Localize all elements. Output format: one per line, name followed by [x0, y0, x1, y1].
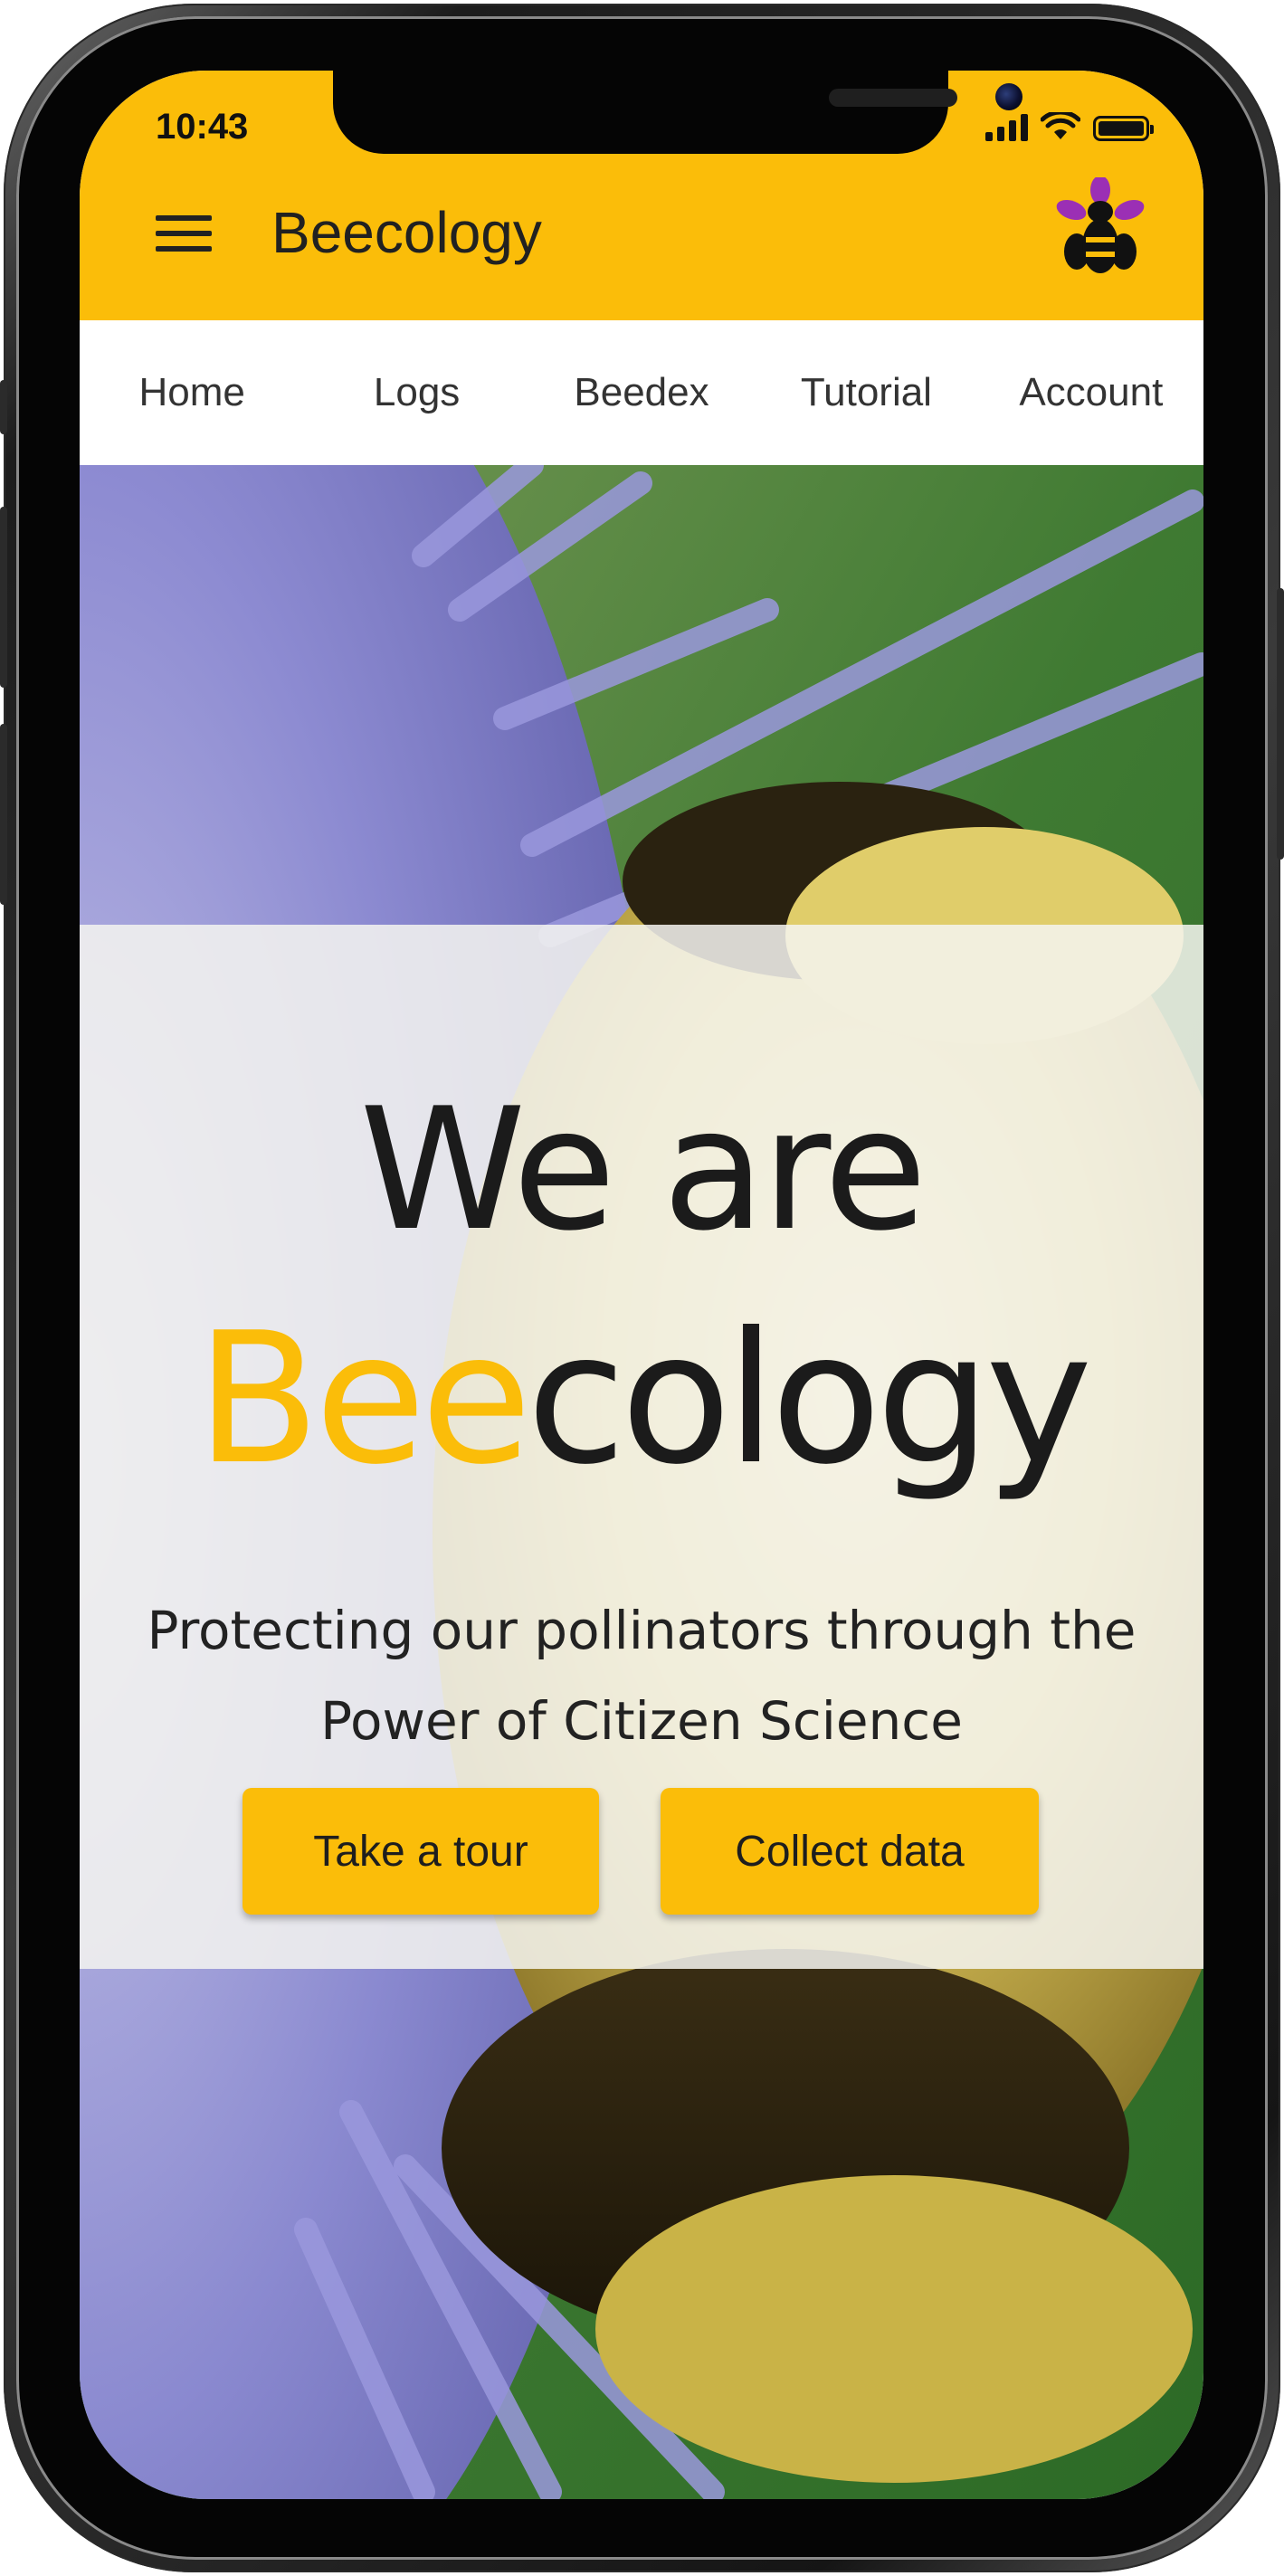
hero-subtitle: Protecting our pollinators through the P…: [116, 1585, 1167, 1766]
phone-screen: 10:43 Beecology Home Logs Beedex Tutoria…: [80, 71, 1203, 2499]
hero-section: We are Beecology Protecting our pollinat…: [80, 465, 1203, 2499]
signal-icon: [985, 114, 1028, 141]
notch: [333, 71, 1022, 154]
earpiece-speaker: [829, 89, 957, 107]
power-button: [1277, 588, 1284, 860]
app-bar: 10:43 Beecology: [80, 71, 1203, 320]
tab-home[interactable]: Home: [80, 370, 304, 415]
bee-flower-logo[interactable]: [1046, 177, 1155, 286]
app-title: Beecology: [271, 200, 542, 265]
hero-subtitle-line2: Power of Citizen Science: [320, 1690, 963, 1752]
front-camera: [995, 83, 1022, 110]
status-icons: [985, 112, 1154, 141]
headline-accent: Bee: [195, 1294, 532, 1505]
collect-data-button[interactable]: Collect data: [661, 1788, 1039, 1915]
status-time: 10:43: [156, 107, 249, 147]
wifi-icon: [1041, 112, 1080, 139]
tab-account[interactable]: Account: [979, 370, 1203, 415]
tab-tutorial[interactable]: Tutorial: [754, 370, 978, 415]
tab-logs[interactable]: Logs: [304, 370, 528, 415]
volume-up-button: [0, 507, 7, 688]
tab-beedex[interactable]: Beedex: [529, 370, 754, 415]
hero-subtitle-line1: Protecting our pollinators through the: [147, 1600, 1137, 1661]
battery-icon: [1093, 116, 1154, 141]
volume-down-button: [0, 724, 7, 905]
mute-switch: [0, 380, 7, 434]
headline-rest: cology: [526, 1294, 1093, 1505]
hero-headline-line2: Beecology: [80, 1294, 1203, 1505]
hero-headline-line1: We are: [359, 1071, 927, 1268]
hamburger-menu-icon[interactable]: [156, 215, 212, 257]
take-a-tour-button[interactable]: Take a tour: [243, 1788, 599, 1915]
nav-tabs: Home Logs Beedex Tutorial Account: [80, 320, 1203, 465]
